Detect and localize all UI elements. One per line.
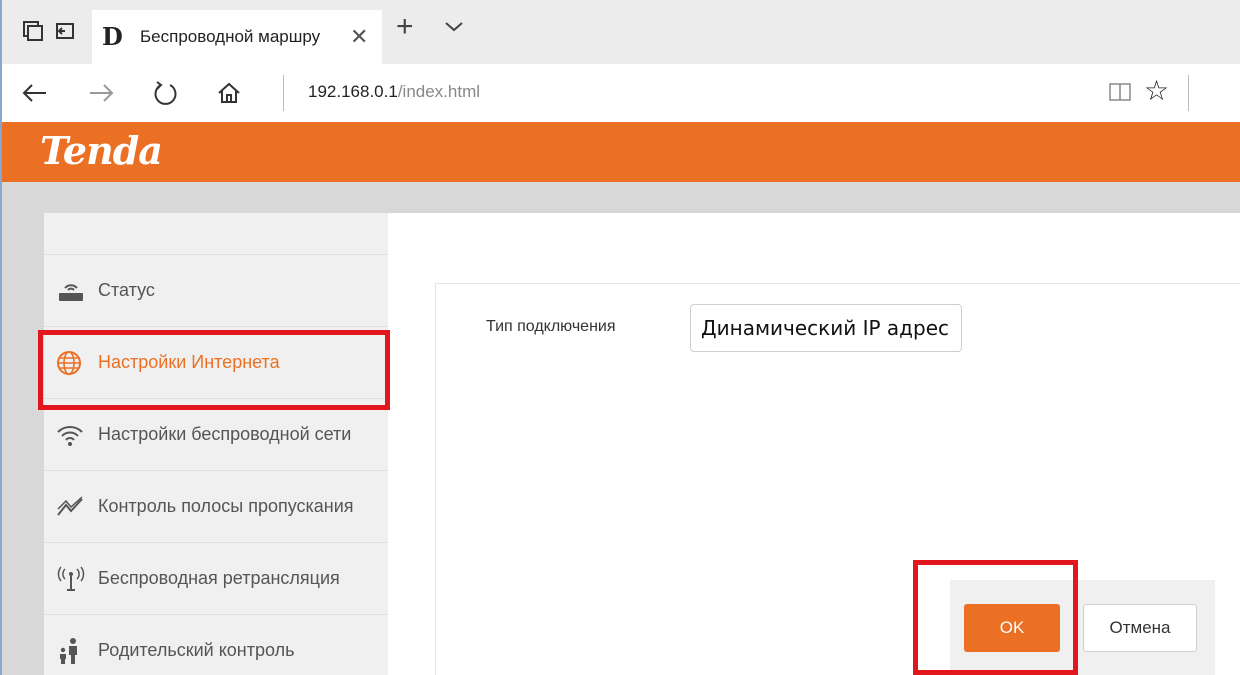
sidebar-item-status[interactable]: Статус (44, 255, 388, 327)
router-icon (56, 277, 88, 305)
parental-icon (56, 637, 88, 665)
globe-icon (56, 349, 88, 377)
toolbar-divider (1188, 75, 1189, 111)
cancel-button[interactable]: Отмена (1083, 604, 1197, 652)
sidebar-item-label: Настройки Интернета (98, 352, 280, 372)
connection-type-label: Тип подключения (486, 318, 616, 335)
sidebar-item-label: Настройки беспроводной сети (98, 424, 352, 444)
sidebar-nav: Статус Настройки Интернета Настройки бес… (44, 213, 388, 675)
address-divider (283, 75, 284, 111)
sidebar-item-label: Статус (98, 280, 155, 300)
set-aside-tabs-icon[interactable] (54, 20, 76, 42)
forward-arrow-icon[interactable] (86, 78, 116, 108)
favorite-star-icon[interactable]: ☆ (1144, 74, 1169, 107)
refresh-icon[interactable] (150, 78, 180, 108)
url-path: /index.html (397, 82, 481, 101)
sidebar-item-label: Родительский контроль (98, 640, 295, 660)
url-host: 192.168.0.1 (308, 82, 398, 101)
tab-title: Беспроводной маршру (140, 27, 321, 46)
sidebar-spacer (44, 213, 388, 255)
sidebar-item-wireless-repeating[interactable]: Беспроводная ретрансляция (44, 543, 388, 615)
sidebar-item-label: Беспроводная ретрансляция (98, 568, 340, 588)
router-header: Tenda (0, 122, 1240, 182)
repeater-icon (56, 565, 88, 593)
active-tab[interactable]: D Беспроводной маршру ✕ (92, 10, 382, 64)
ok-button[interactable]: OK (964, 604, 1060, 652)
sidebar-item-label: Контроль полосы пропускания (98, 496, 354, 516)
tenda-logo: Tenda (40, 128, 163, 173)
chevron-down-icon[interactable] (442, 14, 466, 38)
reading-view-icon[interactable] (1108, 80, 1132, 104)
address-bar: 192.168.0.1/index.html ☆ (0, 64, 1240, 122)
sidebar-item-internet-settings[interactable]: Настройки Интернета (44, 327, 388, 399)
bandwidth-icon (56, 493, 88, 521)
site-favicon-icon: D (102, 22, 123, 51)
close-tab-icon[interactable]: ✕ (350, 24, 368, 50)
tab-preview-icon[interactable] (22, 20, 44, 42)
sidebar-item-bandwidth-control[interactable]: Контроль полосы пропускания (44, 471, 388, 543)
url-field[interactable]: 192.168.0.1/index.html (308, 82, 480, 102)
new-tab-icon[interactable]: + (396, 10, 414, 44)
sidebar-item-parental-control[interactable]: Родительский контроль (44, 615, 388, 675)
back-arrow-icon[interactable] (20, 78, 50, 108)
connection-type-select[interactable]: Динамический IP адрес (690, 304, 962, 352)
wifi-icon (56, 421, 88, 449)
home-icon[interactable] (214, 78, 244, 108)
browser-tab-bar: D Беспроводной маршру ✕ + (0, 0, 1240, 64)
sidebar-item-wireless-settings[interactable]: Настройки беспроводной сети (44, 399, 388, 471)
